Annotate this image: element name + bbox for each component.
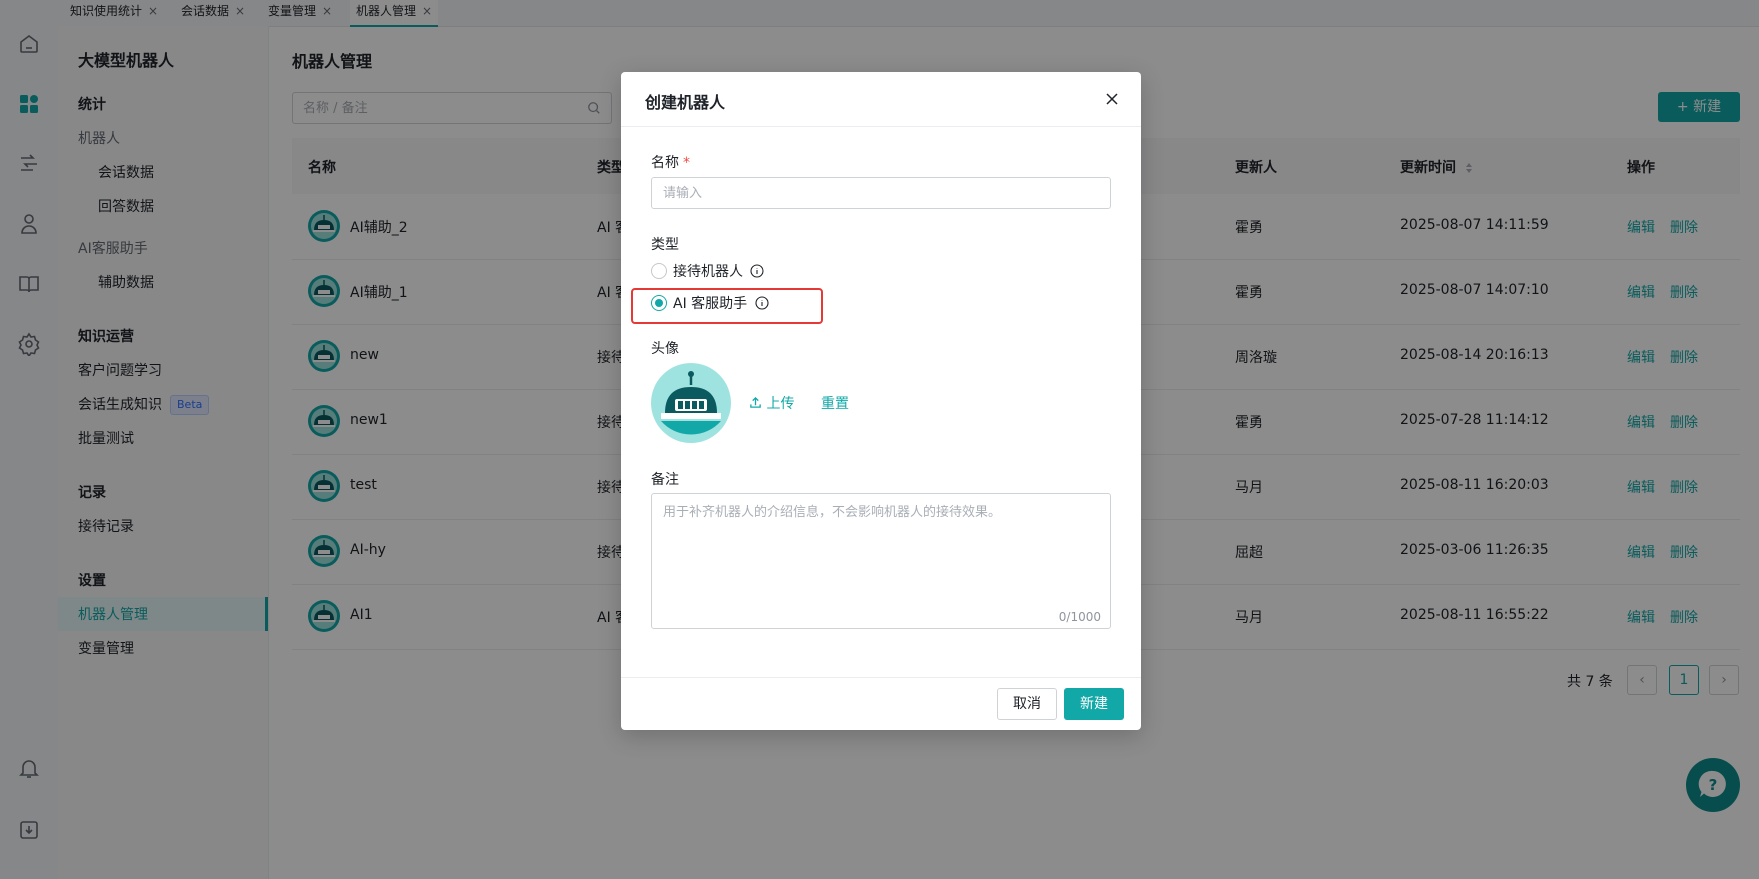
upload-label: 上传	[766, 396, 795, 412]
radio-button[interactable]	[651, 263, 667, 279]
remark-char-count: 0/1000	[1058, 610, 1101, 624]
divider	[621, 126, 1141, 127]
radio-option-ai-assistant[interactable]: AI 客服助手	[651, 293, 769, 315]
radio-label: AI 客服助手	[673, 296, 748, 312]
name-label-text: 名称	[651, 155, 679, 171]
remark-textarea[interactable]	[651, 493, 1111, 629]
create-robot-dialog: 创建机器人 名称* 类型 接待机器人 AI 客服助手 头像 上传 重置 备注 0…	[621, 72, 1141, 730]
reset-link[interactable]: 重置	[821, 393, 849, 413]
avatar-label: 头像	[651, 341, 679, 357]
dialog-title: 创建机器人	[645, 93, 726, 112]
cancel-button[interactable]: 取消	[997, 688, 1057, 720]
robot-avatar	[651, 363, 731, 443]
required-mark: *	[683, 155, 690, 171]
create-button[interactable]: 新建	[1064, 688, 1124, 720]
info-icon[interactable]	[755, 296, 769, 310]
radio-button-selected[interactable]	[651, 295, 667, 311]
divider	[621, 677, 1141, 678]
radio-label: 接待机器人	[673, 264, 743, 280]
name-label: 名称 *	[651, 152, 690, 172]
radio-option-reception-robot[interactable]: 接待机器人	[651, 261, 765, 283]
close-icon[interactable]	[1103, 90, 1121, 108]
upload-link[interactable]: 上传	[749, 393, 794, 413]
info-icon[interactable]	[750, 264, 765, 278]
upload-icon	[750, 396, 761, 408]
name-input[interactable]	[651, 177, 1111, 209]
type-label: 类型	[651, 237, 679, 253]
remark-label: 备注	[651, 472, 679, 488]
